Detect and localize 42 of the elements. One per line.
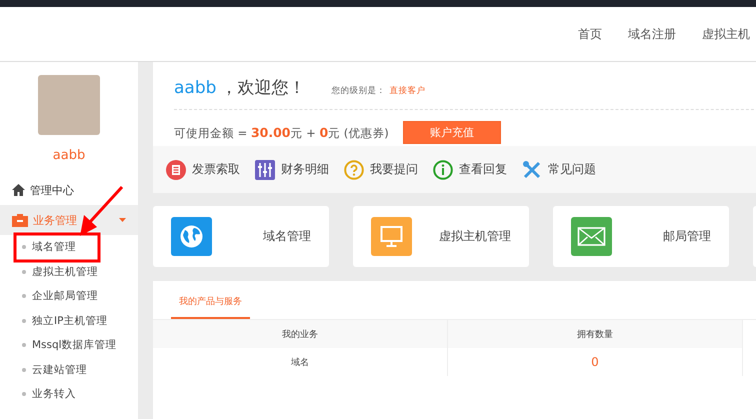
submenu-item[interactable]: 业务转入: [0, 382, 138, 406]
submenu-item[interactable]: Mssql数据库管理: [0, 333, 138, 358]
sliders-icon: [255, 160, 275, 180]
globe-icon: [171, 217, 212, 256]
table-cell: 0: [448, 348, 743, 376]
submenu-item[interactable]: 企业邮局管理: [0, 284, 138, 308]
column-header: 我的业务: [153, 320, 448, 348]
tools-icon: [522, 160, 542, 180]
briefcase-icon: [12, 214, 28, 226]
quick-link[interactable]: 发票索取: [166, 160, 240, 180]
username: aabb: [52, 148, 86, 163]
service-card[interactable]: 虚拟主机管理: [353, 206, 529, 267]
menu-item[interactable]: 管理中心: [0, 175, 138, 205]
level-value: 直接客户: [389, 85, 426, 97]
nav-link[interactable]: 首页: [578, 26, 602, 42]
envelope-icon: [571, 217, 612, 256]
service-card[interactable]: 域名管理: [153, 206, 329, 267]
submenu-item[interactable]: 虚拟主机管理: [0, 260, 138, 284]
table-cell: 域名: [153, 348, 448, 376]
nav-link[interactable]: 虚拟主机: [702, 26, 750, 42]
service-card[interactable]: 邮局管理: [553, 206, 729, 267]
monitor-icon: [371, 217, 412, 256]
username: aabb: [174, 78, 216, 98]
quick-link[interactable]: 常见问题: [522, 160, 596, 180]
submenu-item[interactable]: 独立IP主机管理: [0, 308, 138, 333]
submenu-item[interactable]: 云建站管理: [0, 358, 138, 382]
info-icon: [433, 160, 453, 180]
avatar-photo-placeholder: [38, 75, 100, 135]
quick-link[interactable]: 查看回复: [433, 160, 507, 180]
document-icon: [166, 160, 186, 180]
nav-link[interactable]: 域名注册: [628, 26, 676, 42]
quick-link[interactable]: 我要提问: [344, 160, 418, 180]
balance-text: 可使用金额 = 30.00元 + 0元 (优惠券): [174, 124, 389, 140]
caret-icon: [119, 218, 126, 222]
question-icon: [344, 160, 364, 180]
quick-link[interactable]: 财务明细: [255, 160, 329, 180]
greeting: ，欢迎您！: [220, 77, 306, 99]
level-label: 您的级别是：: [331, 85, 386, 97]
column-header: 拥有数量: [448, 320, 743, 348]
annotation-arrow: [80, 186, 124, 236]
submenu-item[interactable]: 域名管理: [0, 235, 138, 260]
home-icon: [12, 184, 25, 196]
